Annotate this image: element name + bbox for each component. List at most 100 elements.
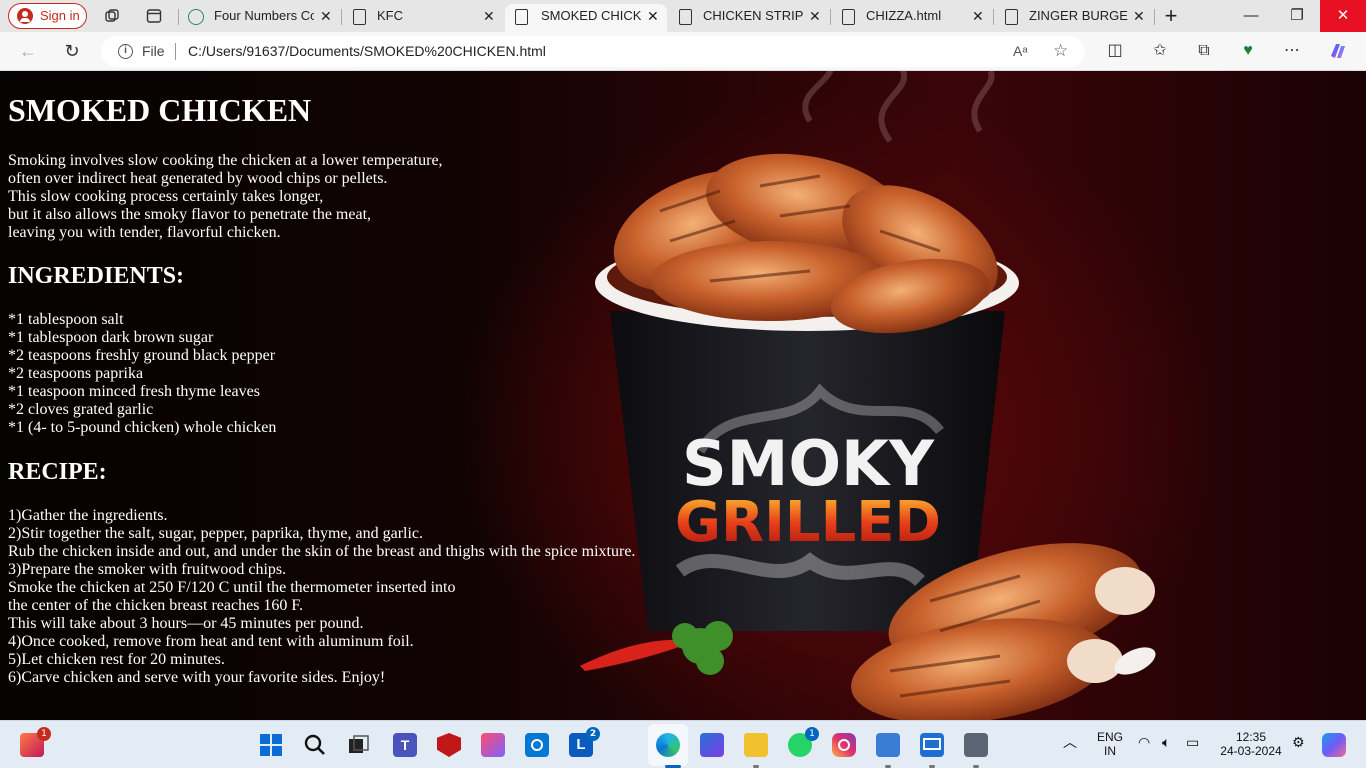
tab-smoked-chicken[interactable]: SMOKED CHICKEN ✕ <box>505 4 667 32</box>
microsoft-store-icon[interactable] <box>700 733 724 757</box>
snipping-tool-icon[interactable] <box>481 733 505 757</box>
file-explorer-icon[interactable] <box>744 733 768 757</box>
clock[interactable]: 12:35 24-03-2024 <box>1218 730 1284 758</box>
edge-browser-icon[interactable] <box>656 733 680 757</box>
teams-icon[interactable]: T <box>393 733 417 757</box>
address-bar[interactable]: i File C:/Users/91637/Documents/SMOKED%2… <box>101 36 1085 67</box>
minimize-button[interactable]: — <box>1228 0 1274 32</box>
close-window-button[interactable]: ✕ <box>1320 0 1366 32</box>
notification-badge: 2 <box>586 727 600 741</box>
collections-icon[interactable]: ⧉ <box>1193 40 1215 62</box>
tab-label: CHIZZA.html <box>866 8 942 23</box>
chatgpt-icon <box>188 9 204 25</box>
tab-label: KFC <box>377 8 403 23</box>
browser-essentials-icon[interactable]: ♥ <box>1237 40 1259 62</box>
intro-line: often over indirect heat generated by wo… <box>8 170 388 187</box>
intro-line: leaving you with tender, flavorful chick… <box>8 224 281 241</box>
document-icon <box>842 9 855 25</box>
page-viewport: SMOKY GRILLED SMOKED CHICKEN Smoking inv… <box>0 71 1366 720</box>
search-icon[interactable] <box>303 733 327 757</box>
close-tab-icon[interactable]: ✕ <box>320 8 332 25</box>
notification-badge: 1 <box>37 727 51 741</box>
favorites-icon[interactable]: ✩ <box>1149 40 1171 62</box>
task-view-icon[interactable] <box>347 733 371 757</box>
sign-in-label: Sign in <box>40 8 80 23</box>
wifi-icon[interactable]: ◠ <box>1138 735 1150 749</box>
tab-chizza[interactable]: CHIZZA.html ✕ <box>832 4 992 32</box>
close-tab-icon[interactable]: ✕ <box>483 8 495 25</box>
ingredient-item: *2 teaspoons freshly ground black pepper <box>8 347 276 364</box>
whatsapp-icon[interactable]: 1 <box>788 727 819 757</box>
recipe-heading: RECIPE: <box>8 459 107 485</box>
recipe-step: This will take about 3 hours—or 45 minut… <box>8 615 364 632</box>
read-aloud-icon[interactable]: Aᵃ <box>1013 43 1028 59</box>
back-button[interactable]: ← <box>14 38 42 64</box>
recipe-steps: 1)Gather the ingredients. 2)Stir togethe… <box>8 507 635 687</box>
recipe-step: 4)Once cooked, remove from heat and tent… <box>8 633 414 650</box>
address-separator <box>175 43 176 60</box>
ingredients-list: *1 tablespoon salt *1 tablespoon dark br… <box>8 311 635 437</box>
tab-actions-icon[interactable] <box>146 8 162 24</box>
sign-in-button[interactable]: Sign in <box>8 3 87 29</box>
ingredient-item: *1 teaspoon minced fresh thyme leaves <box>8 383 260 400</box>
document-icon <box>515 9 528 25</box>
recipe-step: Rub the chicken inside and out, and unde… <box>8 543 636 560</box>
mail-icon[interactable] <box>920 733 944 757</box>
tab-label: SMOKED CHICKEN <box>541 8 641 23</box>
ingredient-item: *2 teaspoons paprika <box>8 365 144 382</box>
date-label: 24-03-2024 <box>1220 744 1282 758</box>
ingredient-item: *1 tablespoon salt <box>8 311 124 328</box>
url-text[interactable]: C:/Users/91637/Documents/SMOKED%20CHICKE… <box>188 43 546 59</box>
tab-four-numbers[interactable]: Four Numbers Cor ✕ <box>180 4 340 32</box>
tab-separator <box>993 9 994 25</box>
calculator-icon[interactable] <box>964 733 988 757</box>
tab-chicken-strips[interactable]: CHICKEN STRIPS ✕ <box>669 4 829 32</box>
windows-taskbar: 1 T L 2 1 ︿ ENG IN ◠ 🔈︎ ▭ 12:35 24-03-20… <box>0 720 1366 768</box>
favorite-star-icon[interactable]: ☆ <box>1053 41 1068 61</box>
battery-icon[interactable]: ▭ <box>1186 735 1199 749</box>
recipe-step: 1)Gather the ingredients. <box>8 507 168 524</box>
mcafee-icon[interactable] <box>437 733 461 757</box>
workspaces-icon[interactable] <box>104 8 120 24</box>
language-indicator[interactable]: ENG IN <box>1094 730 1126 758</box>
tab-zinger-burger[interactable]: ZINGER BURGER ✕ <box>995 4 1153 32</box>
tab-label: CHICKEN STRIPS <box>703 8 803 23</box>
ingredient-item: *2 cloves grated garlic <box>8 401 154 418</box>
copilot-taskbar-icon[interactable] <box>1322 733 1346 757</box>
tab-separator <box>830 9 831 25</box>
split-screen-icon[interactable]: ◫ <box>1104 40 1126 62</box>
recipe-step: 6)Carve chicken and serve with your favo… <box>8 669 386 686</box>
info-icon[interactable]: i <box>118 44 133 59</box>
instagram-icon[interactable] <box>832 733 856 757</box>
start-icon[interactable] <box>259 733 283 757</box>
close-tab-icon[interactable]: ✕ <box>809 8 821 25</box>
focus-assist-icon[interactable]: ⚙ <box>1292 735 1305 749</box>
settings-more-icon[interactable]: ⋯ <box>1281 40 1303 62</box>
lens-app-icon[interactable]: L 2 <box>569 727 600 757</box>
tab-kfc[interactable]: KFC ✕ <box>343 4 503 32</box>
ingredients-heading: INGREDIENTS: <box>8 263 185 289</box>
cortana-app-icon[interactable] <box>525 733 549 757</box>
recipe-step: the center of the chicken breast reaches… <box>8 597 304 614</box>
volume-icon[interactable]: 🔈︎ <box>1162 735 1170 749</box>
language-label: ENG <box>1096 730 1123 744</box>
region-label: IN <box>1104 744 1116 758</box>
close-tab-icon[interactable]: ✕ <box>647 8 659 25</box>
close-tab-icon[interactable]: ✕ <box>972 8 984 25</box>
refresh-button[interactable]: ↻ <box>58 38 86 64</box>
tab-separator <box>341 9 342 25</box>
intro-line: This slow cooking process certainly take… <box>8 188 324 205</box>
intro-paragraph: Smoking involves slow cooking the chicke… <box>8 152 635 242</box>
copilot-icon[interactable] <box>1327 40 1349 62</box>
notepad-icon[interactable] <box>876 733 900 757</box>
recipe-step: 3)Prepare the smoker with fruitwood chip… <box>8 561 287 578</box>
copilot-app-icon[interactable]: 1 <box>20 727 51 757</box>
restore-button[interactable]: ❐ <box>1274 0 1320 32</box>
tab-label: Four Numbers Cor <box>214 8 314 23</box>
new-tab-button[interactable]: + <box>1148 0 1194 32</box>
close-tab-icon[interactable]: ✕ <box>1133 8 1145 25</box>
intro-line: but it also allows the smoky flavor to p… <box>8 206 372 223</box>
document-icon <box>1005 9 1018 25</box>
file-scheme-label: File <box>142 43 165 59</box>
show-hidden-icons-chevron[interactable]: ︿ <box>1063 735 1077 749</box>
